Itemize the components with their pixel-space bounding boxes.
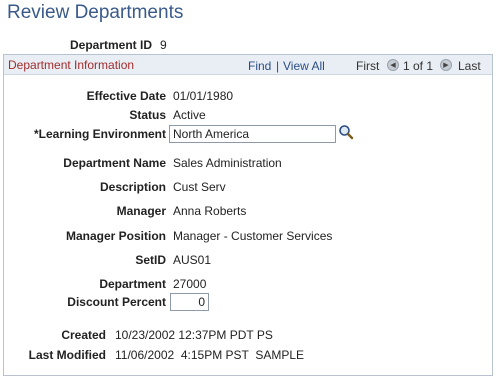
- department-label: Department: [99, 277, 166, 291]
- left-arrow-icon[interactable]: ◀: [387, 59, 399, 71]
- department-id-label: Department ID: [69, 38, 152, 52]
- learning-environment-label: *Learning Environment: [33, 127, 166, 141]
- last-modified-value: 11/06/2002 4:15PM PST SAMPLE: [115, 348, 304, 362]
- effective-date-value: 01/01/1980: [173, 89, 234, 103]
- created-label: Created: [61, 328, 106, 342]
- manager-position-value: Manager - Customer Services: [173, 229, 333, 243]
- first-label: First: [356, 59, 380, 73]
- setid-label: SetID: [135, 253, 166, 267]
- manager-label: Manager: [116, 204, 166, 218]
- description-label: Description: [99, 180, 166, 194]
- right-arrow-icon[interactable]: ▶: [440, 59, 452, 71]
- department-name-label: Department Name: [63, 156, 166, 170]
- panel-title: Department Information: [8, 58, 135, 72]
- discount-percent-input[interactable]: 0: [170, 293, 209, 311]
- find-link[interactable]: Find: [248, 59, 271, 73]
- discount-percent-label: Discount Percent: [67, 295, 166, 309]
- magnifier-icon[interactable]: [338, 124, 354, 140]
- header-separator: |: [276, 59, 280, 73]
- view-all-link[interactable]: View All: [283, 59, 325, 73]
- description-value: Cust Serv: [173, 180, 226, 194]
- effective-date-label: Effective Date: [86, 89, 166, 103]
- pager-count: 1 of 1: [403, 59, 434, 73]
- learning-environment-input[interactable]: North America: [169, 125, 336, 143]
- last-modified-label: Last Modified: [28, 348, 106, 362]
- manager-value: Anna Roberts: [173, 204, 247, 218]
- created-value: 10/23/2002 12:37PM PDT PS: [115, 328, 273, 342]
- status-value: Active: [173, 108, 206, 122]
- department-id-value: 9: [160, 38, 167, 52]
- setid-value: AUS01: [173, 253, 212, 267]
- status-label: Status: [129, 108, 166, 122]
- panel-header: Department Information Find | View All F…: [4, 55, 492, 75]
- department-value: 27000: [173, 277, 207, 291]
- page-title: Review Departments: [7, 2, 184, 23]
- last-label: Last: [458, 59, 481, 73]
- manager-position-label: Manager Position: [65, 229, 166, 243]
- department-name-value: Sales Administration: [173, 156, 282, 170]
